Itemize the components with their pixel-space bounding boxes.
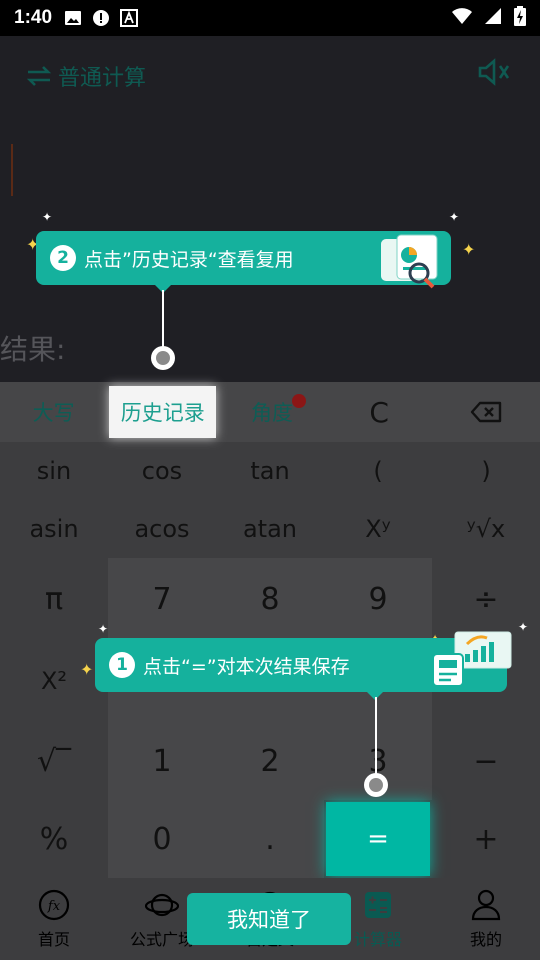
report-magnifier-icon [377, 233, 441, 296]
nav-mine[interactable]: 我的 [432, 878, 540, 960]
calculator-display: 普通计算 结果: [0, 36, 540, 382]
key-0[interactable]: 0 [108, 800, 216, 878]
key-dot[interactable]: . [216, 800, 324, 878]
key-acos[interactable]: acos [108, 500, 216, 558]
sparkle-icon: ✦ [98, 622, 109, 636]
nav-formula-label: 公式广场 [129, 930, 194, 949]
sparkle-icon: ✦ [449, 210, 460, 224]
alert-icon [92, 9, 110, 27]
key-power[interactable]: Xʸ [324, 500, 432, 558]
key-percent[interactable]: % [0, 800, 108, 878]
guide-tip-history-text: 点击”历史记录“查看复用 [84, 248, 294, 271]
calculator-icon [361, 888, 395, 922]
step-number: 1 [109, 652, 135, 678]
uppercase-button[interactable]: 大写 [0, 382, 107, 442]
nav-calculator-label: 计算器 [353, 930, 402, 949]
swap-icon [26, 66, 52, 86]
sparkle-icon: ✦ [42, 210, 53, 224]
font-icon [120, 9, 139, 27]
nav-home[interactable]: fx 首页 [0, 878, 108, 960]
nav-mine-label: 我的 [469, 930, 502, 949]
key-2[interactable]: 2 [216, 722, 324, 800]
key-9[interactable]: 9 [324, 558, 432, 640]
key-plus[interactable]: + [432, 800, 540, 878]
status-bar: 1:40 [0, 0, 540, 36]
key-open-paren[interactable]: ( [324, 442, 432, 500]
sparkle-icon: ✦ [80, 660, 94, 679]
svg-text:fx: fx [47, 899, 61, 914]
key-equals[interactable]: = [326, 802, 430, 876]
step-number: 2 [50, 245, 76, 271]
clear-button[interactable]: C [326, 382, 433, 442]
got-it-button[interactable]: 我知道了 [187, 893, 351, 945]
key-sin[interactable]: sin [0, 442, 108, 500]
backspace-button[interactable] [433, 382, 540, 442]
result-label: 结果: [0, 333, 66, 366]
key-cos[interactable]: cos [108, 442, 216, 500]
key-minus[interactable]: − [432, 722, 540, 800]
function-row: 大写 历史记录 角度 C [0, 382, 540, 442]
sparkle-icon: ✦ [518, 620, 529, 634]
pointer-target [151, 346, 175, 370]
key-pi[interactable]: π [0, 558, 108, 640]
fx-icon: fx [37, 888, 71, 922]
key-sqrt[interactable]: √‾ [0, 722, 108, 800]
speaker-icon[interactable] [478, 58, 514, 90]
input-cursor[interactable] [11, 144, 13, 196]
battery-icon [514, 6, 526, 30]
key-square[interactable]: X² [0, 640, 108, 722]
notification-dot [291, 394, 306, 408]
wifi-icon [452, 7, 472, 29]
guide-tip-save: 1 点击“=”对本次结果保存 [95, 631, 512, 700]
key-root-y[interactable]: ʸ√x [432, 500, 540, 558]
person-icon [469, 888, 503, 922]
mode-switch[interactable]: 普通计算 [26, 60, 146, 92]
planet-icon [145, 888, 179, 922]
pointer-target [364, 773, 388, 797]
guide-tip-history: 2 点击”历史记录“查看复用 [36, 231, 451, 293]
save-chart-icon [431, 630, 513, 697]
history-button[interactable]: 历史记录 [109, 386, 217, 438]
pointer-line [162, 290, 164, 350]
pointer-line [375, 697, 377, 777]
image-icon [64, 9, 82, 27]
guide-tip-save-text: 点击“=”对本次结果保存 [143, 655, 350, 678]
signal-icon [484, 7, 502, 29]
angle-label: 角度 [251, 401, 293, 425]
status-time: 1:40 [14, 7, 53, 28]
key-7[interactable]: 7 [108, 558, 216, 640]
key-tan[interactable]: tan [216, 442, 324, 500]
key-atan[interactable]: atan [216, 500, 324, 558]
backspace-icon [471, 401, 502, 423]
key-asin[interactable]: asin [0, 500, 108, 558]
key-8[interactable]: 8 [216, 558, 324, 640]
key-close-paren[interactable]: ) [432, 442, 540, 500]
mode-label: 普通计算 [58, 66, 147, 91]
nav-home-label: 首页 [37, 930, 70, 949]
angle-button[interactable]: 角度 [218, 382, 325, 442]
key-1[interactable]: 1 [108, 722, 216, 800]
sparkle-icon: ✦ [462, 240, 476, 259]
